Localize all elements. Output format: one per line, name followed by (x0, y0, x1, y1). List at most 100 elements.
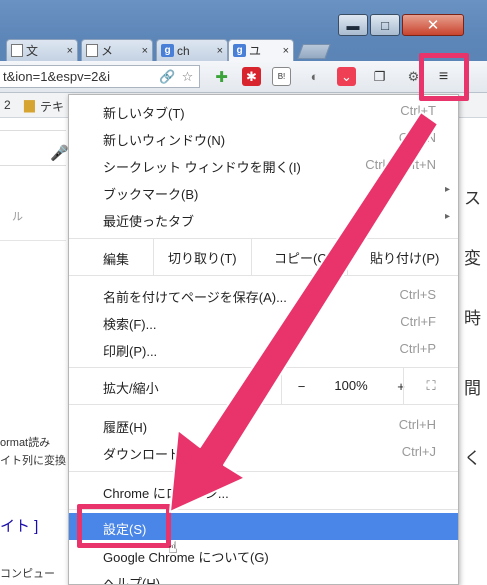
menu-zoom-row: 拡大/縮小 − 100% + ⛶ (69, 368, 458, 404)
folder-icon: ▆ (24, 96, 35, 112)
menu-item-find[interactable]: 検索(F)... Ctrl+F (69, 308, 458, 335)
menu-edit-row: 編集 切り取り(T) コピー(C) 貼り付け(P) (69, 239, 458, 275)
cut-button[interactable]: 切り取り(T) (153, 239, 251, 275)
zoom-out-button[interactable]: − (281, 368, 321, 404)
menu-item-label: シークレット ウィンドウを開く(I) (103, 160, 301, 175)
copy-label: コピー(C) (274, 250, 332, 266)
paste-button[interactable]: 貼り付け(P) (347, 239, 458, 275)
menu-separator (69, 471, 458, 472)
right-char: 変 (464, 249, 481, 268)
page-icon (86, 44, 98, 57)
submenu-arrow-icon: ▸ (444, 211, 450, 222)
bookmark-item[interactable]: 2 (4, 98, 11, 112)
sync-icon[interactable]: ◐ (305, 67, 324, 86)
tab-label: 文 (26, 44, 39, 58)
copy-button[interactable]: コピー(C) (251, 239, 347, 275)
menu-separator (69, 404, 458, 405)
menu-item-shortcut: Ctrl+N (398, 130, 436, 145)
menu-item-shortcut: Ctrl+Shift+N (365, 157, 436, 172)
menu-item-label: 最近使ったタブ (103, 214, 195, 229)
menu-item-history[interactable]: 履歴(H) Ctrl+H (69, 411, 458, 438)
menu-item-shortcut: Ctrl+T (400, 103, 436, 118)
tab-3[interactable]: g ch × (156, 39, 228, 61)
menu-item-label: 検索(F)... (103, 317, 157, 332)
page-icon (11, 44, 23, 57)
right-column: ス 変 時 間 く (460, 118, 487, 585)
menu-button-highlight-box (419, 53, 469, 101)
menu-item-signin[interactable]: Chrome にログイン... (69, 477, 458, 504)
tab-1[interactable]: 文 × (6, 39, 78, 61)
tab-close-icon[interactable]: × (217, 45, 223, 57)
menu-item-print[interactable]: 印刷(P)... Ctrl+P (69, 335, 458, 362)
menu-item-incognito[interactable]: シークレット ウィンドウを開く(I) Ctrl+Shift+N (69, 151, 458, 178)
menu-item-label: 新しいウィンドウ(N) (103, 133, 226, 148)
result-snippet: コンピュー (0, 568, 55, 580)
lastpass-icon[interactable]: ✱ (242, 67, 261, 86)
tab-close-icon[interactable]: × (283, 45, 289, 57)
menu-item-shortcut: Ctrl+P (399, 341, 436, 356)
menu-separator (69, 275, 458, 276)
tab-2[interactable]: メ × (81, 39, 153, 61)
result-heading[interactable]: イト ] (0, 515, 38, 536)
menu-item-new-tab[interactable]: 新しいタブ(T) Ctrl+T (69, 97, 458, 124)
close-window-button[interactable]: ✕ (402, 14, 464, 36)
tab-close-icon[interactable]: × (142, 45, 148, 57)
zoom-label: 拡大/縮小 (103, 381, 159, 396)
menu-item-label: 印刷(P)... (103, 344, 158, 359)
tab-label: ch (177, 43, 190, 58)
pocket-icon[interactable]: ⌄ (337, 67, 356, 86)
minimize-icon: ▬ (346, 17, 360, 33)
menu-item-label: ブックマーク(B) (103, 187, 199, 202)
tab-label: ユ (249, 44, 262, 58)
minus-icon: − (297, 378, 306, 394)
microphone-icon[interactable]: 🎤 (50, 144, 69, 162)
right-char: く (464, 449, 481, 468)
menu-item-new-window[interactable]: 新しいウィンドウ(N) Ctrl+N (69, 124, 458, 151)
convert-text: イト列に変換 (0, 455, 66, 467)
close-icon: ✕ (426, 17, 440, 34)
menu-item-shortcut: Ctrl+J (401, 444, 436, 459)
menu-item-help[interactable]: ヘルプ(H) (69, 567, 458, 584)
menu-item-save-page[interactable]: 名前を付けてページを保存(A)... Ctrl+S (69, 281, 458, 308)
link-icon[interactable]: 🔗 (158, 67, 177, 86)
puzzle-extension-icon[interactable]: ✚ (212, 67, 231, 86)
menu-item-label: 新しいタブ(T) (103, 106, 185, 121)
zoom-value: 100% (334, 378, 368, 393)
minimize-button[interactable]: ▬ (338, 14, 368, 36)
format-text: ormat読み (0, 437, 51, 449)
right-char: ス (464, 189, 481, 208)
browser-window: ▬ □ ✕ 文 × メ × g ch × g ユ × t&ion=1&espv=… (0, 0, 487, 585)
hatena-bookmark-icon[interactable]: B! (272, 67, 291, 86)
right-char: 間 (464, 379, 481, 398)
menu-item-label: ダウンロード(D) (103, 447, 200, 462)
paste-label: 貼り付け(P) (370, 250, 440, 266)
menu-item-bookmarks[interactable]: ブックマーク(B) ▸ (69, 178, 458, 205)
maximize-icon: □ (381, 17, 389, 33)
menu-item-downloads[interactable]: ダウンロード(D) Ctrl+J (69, 438, 458, 465)
right-char: 時 (464, 309, 481, 328)
menu-item-label: 履歴(H) (103, 420, 148, 435)
menu-item-shortcut: Ctrl+H (398, 417, 436, 432)
mouse-cursor-icon: ☝ (168, 540, 178, 557)
edit-label: 編集 (103, 252, 130, 267)
fullscreen-icon: ⛶ (426, 378, 436, 393)
maximize-button[interactable]: □ (370, 14, 400, 36)
menu-item-shortcut: Ctrl+S (399, 287, 436, 302)
bookmark-folder-label[interactable]: テキ (40, 98, 64, 115)
fullscreen-button[interactable]: ⛶ (403, 368, 458, 404)
side-text: ル (12, 211, 23, 223)
google-icon: g (161, 44, 174, 57)
new-tab-button[interactable] (297, 44, 331, 59)
copy-icon[interactable]: ❐ (370, 67, 389, 86)
menu-item-label: Chrome にログイン... (103, 486, 229, 501)
cut-label: 切り取り(T) (168, 250, 237, 266)
tab-close-icon[interactable]: × (67, 45, 73, 57)
google-icon: g (233, 44, 246, 57)
divider (0, 240, 66, 241)
menu-item-recent-tabs[interactable]: 最近使ったタブ ▸ (69, 205, 458, 232)
toolbar: t&ion=1&espv=2&i 🔗 ☆ ✚ ✱ B! ◐ ⌄ ❐ ⚙ ≡ (0, 61, 487, 93)
bookmark-star-icon[interactable]: ☆ (178, 67, 197, 86)
submenu-arrow-icon: ▸ (444, 184, 450, 195)
tab-active[interactable]: g ユ × (228, 39, 294, 61)
settings-highlight-box (77, 504, 171, 548)
